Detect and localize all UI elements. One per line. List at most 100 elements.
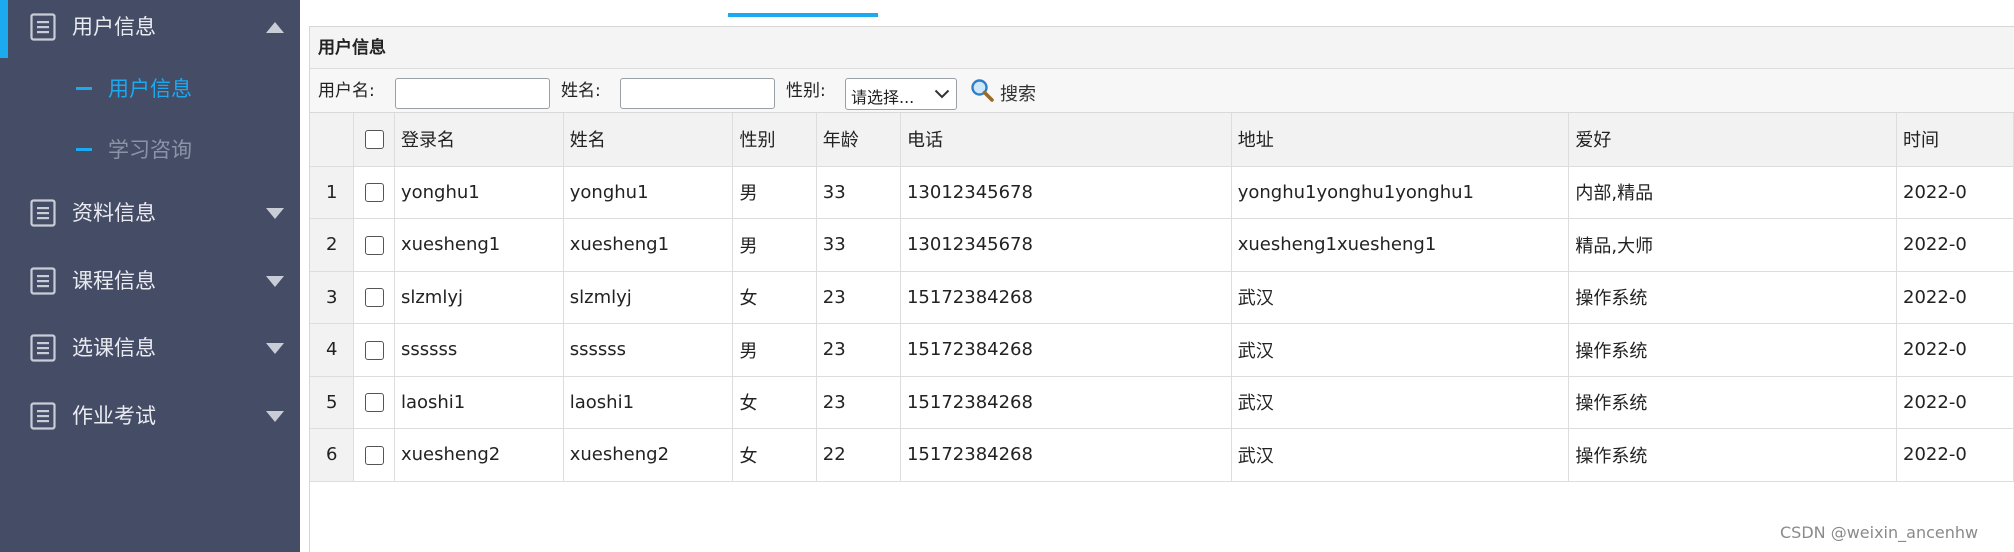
column-header[interactable]: 爱好 <box>1568 113 1898 167</box>
row-checkbox[interactable] <box>364 445 384 465</box>
table-row[interactable]: 3 slzmlyj slzmlyj 女 23 15172384268 武汉 操作… <box>310 271 2014 324</box>
document-icon <box>30 402 56 430</box>
table-header-row: 登录名 姓名 性别 年龄 电话 地址 爱好 时间 <box>310 113 2014 167</box>
menu-head-user-info[interactable]: 用户信息 <box>0 0 300 58</box>
table-row[interactable]: 2 xuesheng1 xuesheng1 男 33 13012345678 x… <box>310 218 2014 272</box>
dash-icon <box>76 87 92 90</box>
menu-head-label: 用户信息 <box>72 15 156 39</box>
column-header[interactable]: 地址 <box>1231 113 1570 167</box>
cell-age: 23 <box>816 271 901 324</box>
menu-head-label: 课程信息 <box>72 269 156 293</box>
column-header[interactable]: 登录名 <box>394 113 564 167</box>
column-header[interactable]: 姓名 <box>563 113 734 167</box>
cell-age: 23 <box>816 323 901 377</box>
column-header[interactable]: 性别 <box>732 113 817 167</box>
menu-group-homework-exam: 作业考试 <box>0 389 300 445</box>
active-indicator <box>0 0 8 58</box>
caret-down-icon <box>266 276 284 287</box>
document-icon <box>30 267 56 295</box>
submenu-label: 学习咨询 <box>108 138 192 162</box>
search-toolbar: 用户名: 姓名: 性别: 请选择... 搜索 <box>310 69 2014 113</box>
cell-age: 33 <box>816 166 901 219</box>
cell-phone: 13012345678 <box>900 166 1232 219</box>
row-checkbox[interactable] <box>364 183 384 203</box>
table-row[interactable]: 1 yonghu1 yonghu1 男 33 13012345678 yongh… <box>310 166 2014 219</box>
row-select-cell <box>353 428 395 482</box>
cell-time: 2022-0 <box>1896 166 2014 219</box>
menu-head-material-info[interactable]: 资料信息 <box>0 186 300 242</box>
select-all-checkbox[interactable] <box>364 130 384 150</box>
username-input[interactable] <box>395 78 550 109</box>
submenu-item-study-consult[interactable]: 学习咨询 <box>0 121 300 177</box>
document-icon <box>30 334 56 362</box>
cell-hobby: 操作系统 <box>1568 376 1898 429</box>
cell-hobby: 操作系统 <box>1568 271 1898 324</box>
row-select-cell <box>353 166 395 219</box>
name-label: 姓名: <box>561 81 601 101</box>
submenu-label: 用户信息 <box>108 77 192 101</box>
search-button-label: 搜索 <box>1000 84 1036 105</box>
cell-name: slzmlyj <box>563 271 734 324</box>
cell-gender: 女 <box>732 271 817 324</box>
menu-group-user-info: 用户信息 用户信息 学习咨询 <box>0 0 300 162</box>
row-number: 2 <box>310 218 355 272</box>
panel-title: 用户信息 <box>310 27 2014 69</box>
row-checkbox[interactable] <box>364 235 384 255</box>
gender-select-value: 请选择... <box>851 88 915 107</box>
cell-name: xuesheng2 <box>563 428 734 482</box>
row-select-cell <box>353 323 395 377</box>
cell-hobby: 操作系统 <box>1568 323 1898 377</box>
cell-address: 武汉 <box>1231 271 1570 324</box>
caret-down-icon <box>266 343 284 354</box>
cell-gender: 男 <box>732 218 817 272</box>
column-header[interactable]: 时间 <box>1896 113 2014 167</box>
menu-head-course-selection-info[interactable]: 选课信息 <box>0 321 300 377</box>
sidebar: 用户信息 用户信息 学习咨询 资料信息 课程信息 选课信息 作业考试 <box>0 0 300 552</box>
document-icon <box>30 13 56 41</box>
cell-hobby: 操作系统 <box>1568 428 1898 482</box>
chevron-down-icon <box>934 89 950 99</box>
row-checkbox[interactable] <box>364 393 384 413</box>
row-checkbox[interactable] <box>364 288 384 308</box>
cell-login: slzmlyj <box>394 271 564 324</box>
dash-icon <box>76 148 92 151</box>
gender-select[interactable]: 请选择... <box>845 78 957 110</box>
submenu-item-user-info[interactable]: 用户信息 <box>0 60 300 116</box>
cell-login: xuesheng1 <box>394 218 564 272</box>
cell-hobby: 精品,大师 <box>1568 218 1898 272</box>
cell-phone: 15172384268 <box>900 428 1232 482</box>
menu-head-course-info[interactable]: 课程信息 <box>0 254 300 310</box>
watermark: CSDN @weixin_ancenhw <box>1780 523 1979 542</box>
active-tab-indicator[interactable] <box>728 13 878 17</box>
menu-group-course-selection-info: 选课信息 <box>0 321 300 377</box>
document-icon <box>30 199 56 227</box>
cell-gender: 女 <box>732 428 817 482</box>
menu-group-material-info: 资料信息 <box>0 186 300 242</box>
menu-head-label: 资料信息 <box>72 201 156 225</box>
cell-age: 33 <box>816 218 901 272</box>
select-all-cell <box>353 113 395 167</box>
cell-time: 2022-0 <box>1896 218 2014 272</box>
cell-name: laoshi1 <box>563 376 734 429</box>
menu-head-label: 作业考试 <box>72 404 156 428</box>
cell-time: 2022-0 <box>1896 428 2014 482</box>
cell-address: xuesheng1xuesheng1 <box>1231 218 1570 272</box>
cell-login: ssssss <box>394 323 564 377</box>
row-checkbox[interactable] <box>364 340 384 360</box>
cell-age: 23 <box>816 376 901 429</box>
column-header[interactable]: 年龄 <box>816 113 901 167</box>
caret-down-icon <box>266 411 284 422</box>
row-select-cell <box>353 376 395 429</box>
menu-head-homework-exam[interactable]: 作业考试 <box>0 389 300 445</box>
cell-phone: 13012345678 <box>900 218 1232 272</box>
column-header[interactable]: 电话 <box>900 113 1232 167</box>
table-row[interactable]: 6 xuesheng2 xuesheng2 女 22 15172384268 武… <box>310 428 2014 482</box>
cell-login: laoshi1 <box>394 376 564 429</box>
table-row[interactable]: 5 laoshi1 laoshi1 女 23 15172384268 武汉 操作… <box>310 376 2014 429</box>
cell-name: ssssss <box>563 323 734 377</box>
name-input[interactable] <box>620 78 775 109</box>
table-row[interactable]: 4 ssssss ssssss 男 23 15172384268 武汉 操作系统… <box>310 323 2014 377</box>
cell-gender: 女 <box>732 376 817 429</box>
row-number: 4 <box>310 323 355 377</box>
caret-up-icon <box>266 22 284 33</box>
